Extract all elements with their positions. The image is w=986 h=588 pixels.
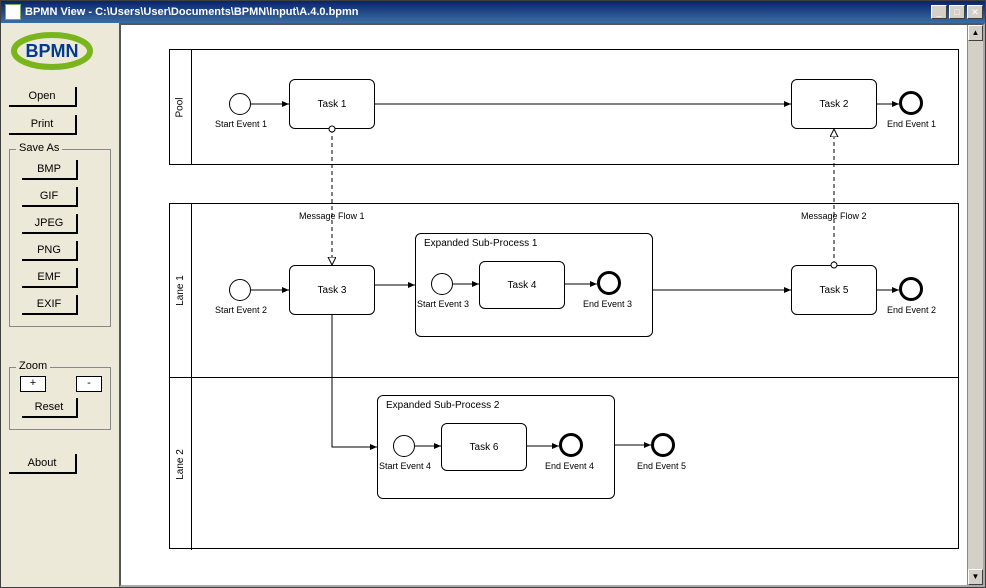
vertical-scrollbar[interactable]: ▲ ▼ [967,25,983,585]
save-as-group: Save As BMP GIF JPEG PNG EMF EXIF [9,149,111,327]
task-5[interactable]: Task 5 [791,265,877,315]
task-2[interactable]: Task 2 [791,79,877,129]
save-exif-button[interactable]: EXIF [22,295,78,315]
lane-1-label: Lane 1 [170,204,192,377]
minimize-button[interactable]: _ [931,5,947,19]
save-jpeg-button[interactable]: JPEG [22,214,78,234]
open-button[interactable]: Open [9,87,77,107]
start-event-3[interactable] [431,273,453,295]
zoom-group: Zoom + - Reset [9,367,111,430]
end-event-1[interactable] [899,91,923,115]
save-gif-button[interactable]: GIF [22,187,78,207]
start-event-4-label: Start Event 4 [379,461,431,471]
task-1[interactable]: Task 1 [289,79,375,129]
scroll-up-button[interactable]: ▲ [968,25,983,41]
client-area: BPMN Open Print Save As BMP GIF JPEG PNG… [1,23,985,587]
app-icon [5,4,21,20]
end-event-2[interactable] [899,277,923,301]
zoom-in-button[interactable]: + [20,376,46,392]
print-button[interactable]: Print [9,115,77,135]
start-event-2[interactable] [229,279,251,301]
lane-2-label: Lane 2 [170,377,192,550]
message-flow-2-label: Message Flow 2 [801,211,867,221]
start-event-3-label: Start Event 3 [417,299,469,309]
end-event-4[interactable] [559,433,583,457]
end-event-4-label: End Event 4 [545,461,594,471]
app-window: BPMN View - C:\Users\User\Documents\BPMN… [0,0,986,588]
end-event-5-label: End Event 5 [637,461,686,471]
titlebar: BPMN View - C:\Users\User\Documents\BPMN… [1,1,985,23]
task-3[interactable]: Task 3 [289,265,375,315]
start-event-4[interactable] [393,435,415,457]
message-flow-1-label: Message Flow 1 [299,211,365,221]
zoom-label: Zoom [16,360,50,372]
sub-process-1-label: Expanded Sub-Process 1 [424,238,537,249]
end-event-3-label: End Event 3 [583,299,632,309]
end-event-1-label: End Event 1 [887,119,936,129]
bpmn-logo: BPMN [9,31,95,71]
sidebar: BPMN Open Print Save As BMP GIF JPEG PNG… [1,23,119,587]
save-png-button[interactable]: PNG [22,241,78,261]
close-button[interactable]: ✕ [967,5,983,19]
end-event-3[interactable] [597,271,621,295]
window-title: BPMN View - C:\Users\User\Documents\BPMN… [25,6,929,18]
about-button[interactable]: About [9,454,77,474]
lane-divider [192,377,958,378]
save-as-label: Save As [16,142,62,154]
start-event-1[interactable] [229,93,251,115]
save-bmp-button[interactable]: BMP [22,160,78,180]
end-event-5[interactable] [651,433,675,457]
diagram-canvas[interactable]: Pool Lane 1 Lane 2 Start Event 1 Task 1 … [119,23,985,587]
start-event-1-label: Start Event 1 [215,119,267,129]
end-event-2-label: End Event 2 [887,305,936,315]
zoom-out-button[interactable]: - [76,376,102,392]
maximize-button[interactable]: □ [949,5,965,19]
task-6[interactable]: Task 6 [441,423,527,471]
task-4[interactable]: Task 4 [479,261,565,309]
save-emf-button[interactable]: EMF [22,268,78,288]
scroll-down-button[interactable]: ▼ [968,569,983,585]
sub-process-2-label: Expanded Sub-Process 2 [386,400,499,411]
pool-1-label: Pool [170,50,192,164]
start-event-2-label: Start Event 2 [215,305,267,315]
svg-text:BPMN: BPMN [26,41,79,61]
zoom-reset-button[interactable]: Reset [22,398,78,418]
